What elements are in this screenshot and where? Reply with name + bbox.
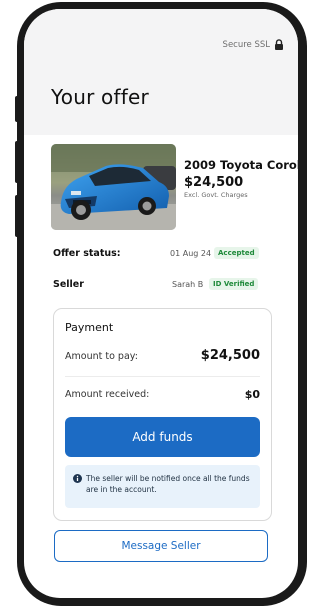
vehicle-price-note: Excl. Govt. Charges bbox=[184, 191, 248, 199]
vehicle-price: $24,500 bbox=[184, 175, 244, 190]
status-badge: Accepted bbox=[214, 247, 259, 259]
add-funds-button[interactable]: Add funds bbox=[65, 417, 260, 457]
payment-title: Payment bbox=[65, 321, 114, 334]
payment-card: Payment Amount to pay: $24,500 Amount re… bbox=[53, 308, 272, 521]
info-notice: The seller will be notified once all the… bbox=[65, 465, 260, 508]
vehicle-image bbox=[51, 144, 176, 230]
seller-name: Sarah B bbox=[172, 280, 204, 289]
vehicle-name: 2009 Toyota Corolla bbox=[184, 158, 298, 172]
message-seller-button[interactable]: Message Seller bbox=[54, 530, 268, 562]
page-title: Your offer bbox=[51, 85, 149, 109]
offer-date: 01 Aug 24 bbox=[170, 249, 212, 258]
lock-icon bbox=[275, 39, 283, 50]
amount-received-value: $0 bbox=[244, 388, 260, 401]
info-text: The seller will be notified once all the… bbox=[86, 474, 250, 494]
secure-indicator: Secure SSL bbox=[223, 39, 284, 50]
id-verified-badge: ID Verified bbox=[209, 278, 259, 290]
seller-label: Seller bbox=[53, 279, 84, 290]
secure-label: Secure SSL bbox=[222, 39, 270, 50]
divider bbox=[65, 376, 260, 377]
amount-to-pay-label: Amount to pay: bbox=[65, 351, 138, 362]
phone-screen: Secure SSL Your offer 2009 Toyota Coro $… bbox=[24, 9, 298, 598]
offer-status-label: Offer status: bbox=[53, 248, 121, 259]
amount-received-label: Amount received: bbox=[65, 389, 150, 400]
amount-to-pay-value: $24,500 bbox=[200, 348, 260, 363]
info-icon bbox=[73, 474, 82, 483]
header-bar: Secure SSL Your offer bbox=[24, 9, 298, 135]
